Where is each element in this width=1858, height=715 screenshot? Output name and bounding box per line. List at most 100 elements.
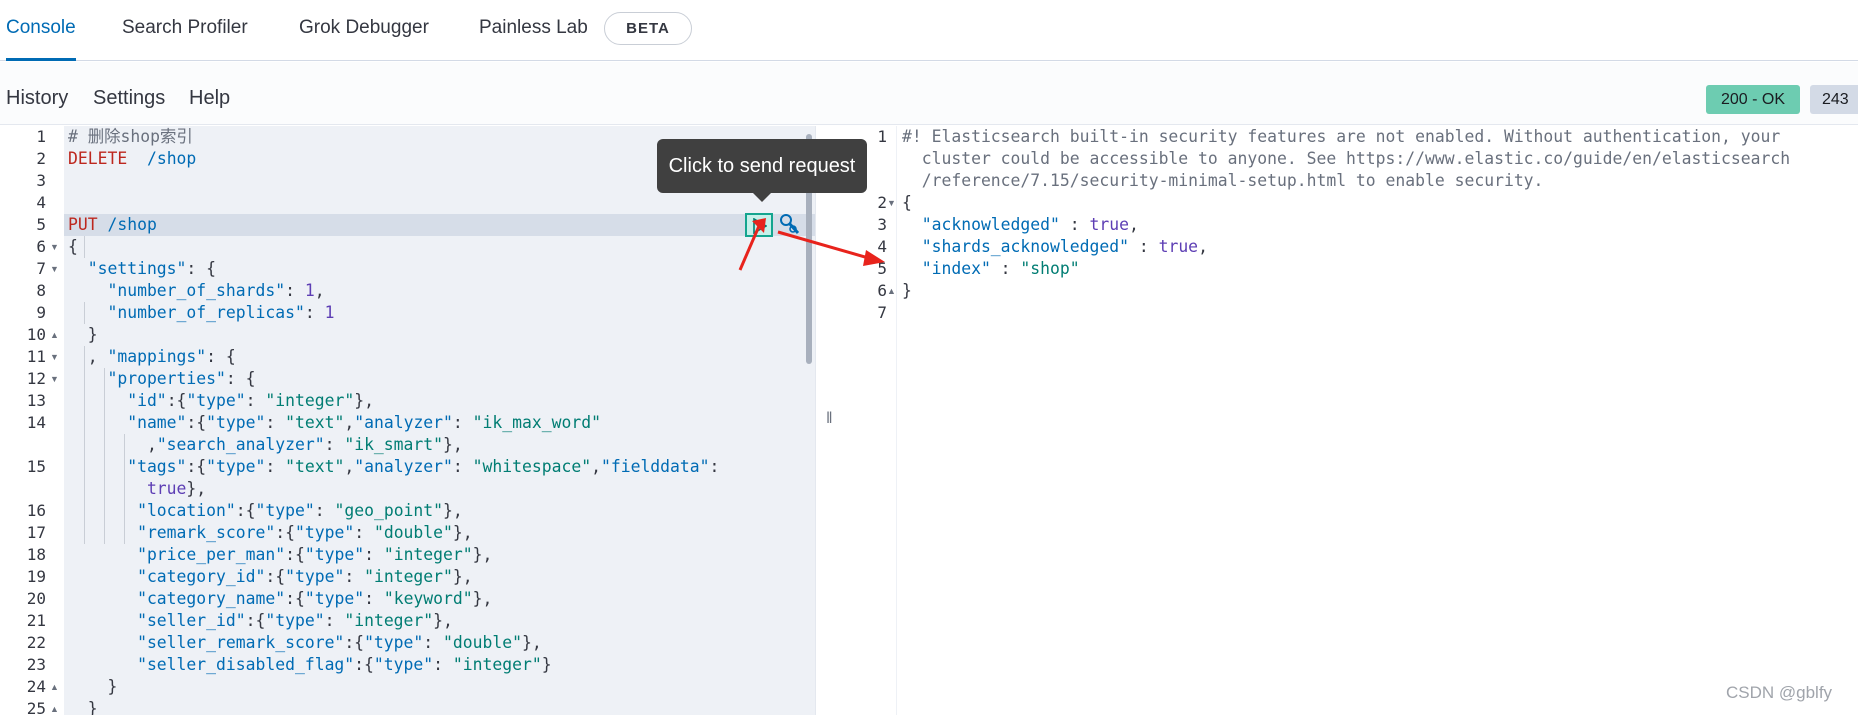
code-line: "remark_score":{"type": "double"},: [68, 522, 473, 544]
code-token: "type": [255, 501, 315, 520]
code-token: "type": [285, 567, 345, 586]
line-number: 6: [36, 237, 46, 256]
code-token: : {: [186, 259, 217, 278]
code-token: :{: [245, 611, 266, 630]
code-token: :: [265, 413, 286, 432]
code-token: :: [1128, 237, 1159, 256]
help-link[interactable]: Help: [189, 62, 230, 134]
fold-collapse-icon[interactable]: ▼: [50, 368, 59, 390]
code-token: },: [521, 633, 542, 652]
code-line: "number_of_replicas": 1: [68, 302, 334, 324]
send-request-tooltip: Click to send request: [657, 139, 867, 193]
code-token: :{: [354, 655, 374, 674]
tab-grok-debugger[interactable]: Grok Debugger: [299, 0, 429, 61]
code-token: ,: [1128, 215, 1139, 234]
line-number: 15: [26, 457, 46, 476]
line-number: 12: [26, 369, 46, 388]
code-token: {: [902, 193, 912, 212]
code-token: : {: [225, 369, 256, 388]
code-token: :: [364, 545, 384, 564]
code-token: :: [433, 655, 453, 674]
code-token: true: [1089, 215, 1129, 234]
code-token: "type": [186, 391, 246, 410]
code-line: , "mappings": {: [68, 346, 236, 368]
code-line: "seller_remark_score":{"type": "double"}…: [68, 632, 542, 654]
code-token: "analyzer": [354, 457, 453, 476]
code-token: ,: [314, 281, 325, 300]
code-token: /reference/7.15/security-minimal-setup.h…: [902, 171, 1544, 190]
code-token: "number_of_shards": [68, 281, 286, 300]
request-editor[interactable]: 1 2 3 4 5 6 ▼ 7 ▼ 8 9 10 ▲ 11 ▼ 12 ▼ 13 14 15 16 17 18 19 20 21 22…: [0, 126, 815, 715]
status-code-badge: 200 - OK: [1706, 85, 1800, 114]
code-token: "acknowledged": [902, 215, 1060, 234]
response-code-area: #! Elasticsearch built-in security featu…: [898, 126, 1858, 715]
code-line: {: [902, 192, 912, 214]
line-number: 4: [36, 193, 46, 212]
tab-console[interactable]: Console: [6, 0, 76, 61]
line-number: 7: [36, 259, 46, 278]
request-code-area[interactable]: # 删除shop索引 DELETE /shop PUT /shop{ "settin…: [64, 126, 815, 715]
fold-expand-icon[interactable]: ▲: [50, 676, 59, 698]
line-number: 24: [26, 677, 46, 696]
code-token: },: [443, 501, 463, 520]
code-token: "category_name": [68, 589, 286, 608]
request-actions-button[interactable]: [777, 211, 801, 237]
code-token: }: [902, 281, 912, 300]
fold-collapse-icon[interactable]: ▼: [50, 346, 59, 368]
line-number: 4: [877, 237, 887, 256]
line-number: 23: [26, 655, 46, 674]
console-menu-bar: History Settings Help: [0, 62, 1858, 125]
code-token: ,: [1198, 237, 1208, 256]
code-line: "number_of_shards": 1,: [68, 280, 325, 302]
history-link[interactable]: History: [6, 62, 68, 134]
code-token: :: [304, 303, 325, 322]
code-line: true},: [68, 478, 206, 500]
tab-painless-lab[interactable]: Painless Lab: [479, 0, 588, 61]
code-token: ,: [68, 347, 108, 366]
code-token: "type": [294, 523, 355, 542]
code-token: # 删除shop索引: [68, 127, 193, 146]
code-token: "text": [285, 413, 345, 432]
code-token: "price_per_man": [68, 545, 286, 564]
code-token: "name": [68, 413, 187, 432]
code-token: :{: [166, 391, 187, 410]
fold-collapse-icon[interactable]: ▼: [887, 192, 896, 214]
code-token: "properties": [68, 369, 226, 388]
top-tab-bar: Console Search Profiler Grok Debugger Pa…: [0, 0, 1858, 61]
code-token: "seller_id": [68, 611, 246, 630]
code-line: #! Elasticsearch built-in security featu…: [902, 126, 1780, 148]
settings-link[interactable]: Settings: [93, 62, 165, 134]
code-line: "location":{"type": "geo_point"},: [68, 500, 463, 522]
line-number: 2: [877, 193, 887, 212]
fold-collapse-icon[interactable]: ▼: [50, 236, 59, 258]
line-number: 18: [26, 545, 46, 564]
code-line: "index" : "shop": [902, 258, 1080, 280]
code-token: "type": [373, 655, 434, 674]
fold-expand-icon[interactable]: ▲: [50, 324, 59, 346]
beta-badge: BETA: [604, 12, 692, 45]
code-token: "type": [304, 545, 365, 564]
line-number: 5: [877, 259, 887, 278]
fold-collapse-icon[interactable]: ▼: [50, 258, 59, 280]
watermark-text: CSDN @gblfy: [1726, 683, 1833, 702]
line-number: 3: [877, 215, 887, 234]
resize-handle-icon[interactable]: ‖: [826, 410, 833, 428]
code-token: },: [452, 567, 473, 586]
fold-expand-icon[interactable]: ▲: [887, 280, 896, 302]
code-token: "ik_max_word": [472, 413, 601, 432]
code-token: "tags": [68, 457, 187, 476]
code-token: },: [433, 611, 453, 630]
code-line: }: [902, 280, 912, 302]
indent-guide: [84, 236, 85, 258]
code-token: "integer": [383, 545, 473, 564]
tab-search-profiler[interactable]: Search Profiler: [122, 0, 248, 61]
code-line: }: [68, 324, 98, 346]
send-request-button[interactable]: [745, 213, 773, 237]
code-token: cluster could be accessible to anyone. S…: [902, 149, 1791, 168]
code-token: }: [68, 677, 118, 696]
code-token: "integer": [344, 611, 434, 630]
code-line: "properties": {: [68, 368, 256, 390]
fold-expand-icon[interactable]: ▲: [50, 698, 59, 715]
code-line: "category_name":{"type": "keyword"},: [68, 588, 492, 610]
code-token: "analyzer": [354, 413, 453, 432]
